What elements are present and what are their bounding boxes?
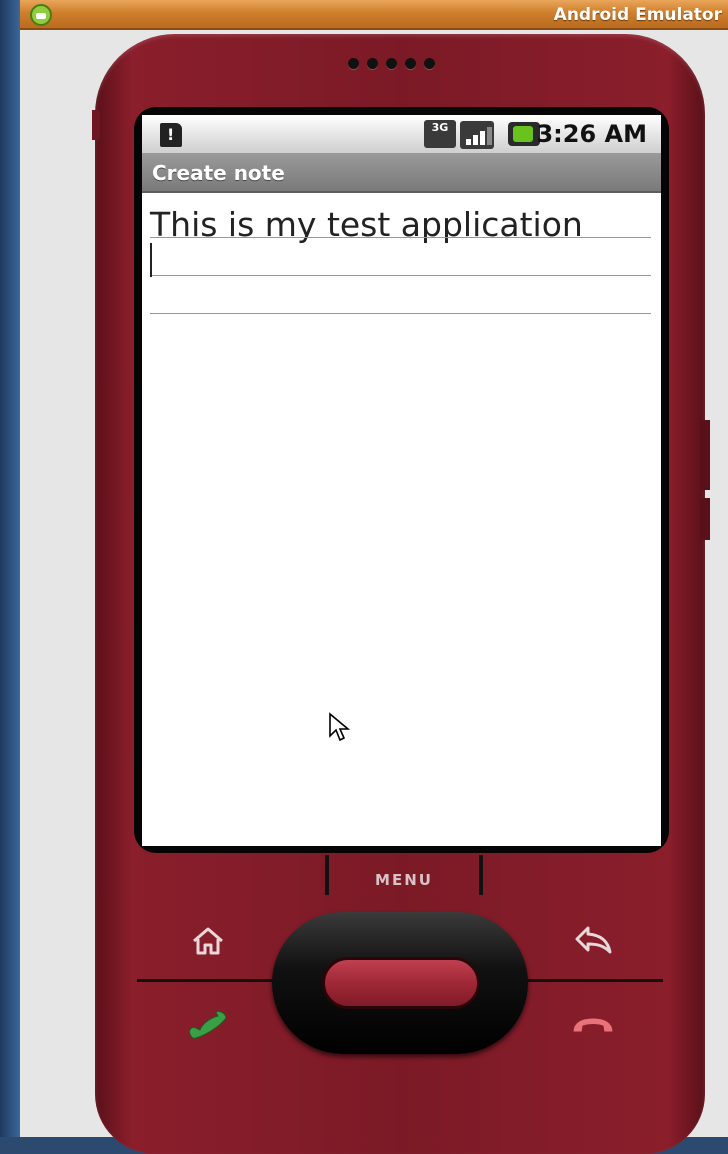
note-editor[interactable]: This is my test application	[150, 201, 651, 801]
back-arrow-icon[interactable]	[574, 924, 614, 956]
android-icon	[30, 4, 52, 26]
signal-strength-icon	[460, 121, 494, 149]
menu-label: MENU	[375, 871, 433, 889]
emulator-titlebar[interactable]: Android Emulator	[20, 0, 728, 30]
3g-data-icon: 3G	[424, 120, 456, 148]
side-button-lower[interactable]	[700, 498, 710, 540]
menu-button[interactable]: MENU	[325, 855, 483, 895]
end-call-icon[interactable]	[570, 1014, 616, 1038]
status-bar: 3G 3:26 AM	[142, 115, 661, 153]
desktop-background	[0, 0, 20, 1137]
mouse-pointer-icon	[328, 712, 350, 742]
text-caret	[150, 243, 152, 277]
network-type-label: 3G	[431, 121, 449, 134]
window-title: Android Emulator	[553, 5, 722, 25]
button-divider	[137, 979, 274, 982]
status-clock: 3:26 AM	[536, 120, 647, 148]
device-screen[interactable]: 3G 3:26 AM Create note This is my test a…	[142, 115, 661, 846]
speaker-grille	[348, 58, 458, 74]
app-titlebar: Create note	[142, 153, 661, 193]
note-text[interactable]: This is my test application	[150, 205, 583, 244]
battery-charging-icon	[508, 122, 540, 146]
call-icon[interactable]	[186, 1010, 230, 1040]
volume-button[interactable]	[92, 110, 100, 140]
editor-rule-line	[150, 237, 651, 238]
app-title: Create note	[152, 161, 285, 185]
button-divider	[526, 979, 663, 982]
trackball-button[interactable]	[322, 957, 480, 1009]
editor-rule-line	[150, 275, 651, 276]
home-icon[interactable]	[190, 925, 226, 957]
sim-alert-icon	[160, 123, 182, 147]
editor-rule-line	[150, 313, 651, 314]
side-button-upper[interactable]	[700, 420, 710, 490]
